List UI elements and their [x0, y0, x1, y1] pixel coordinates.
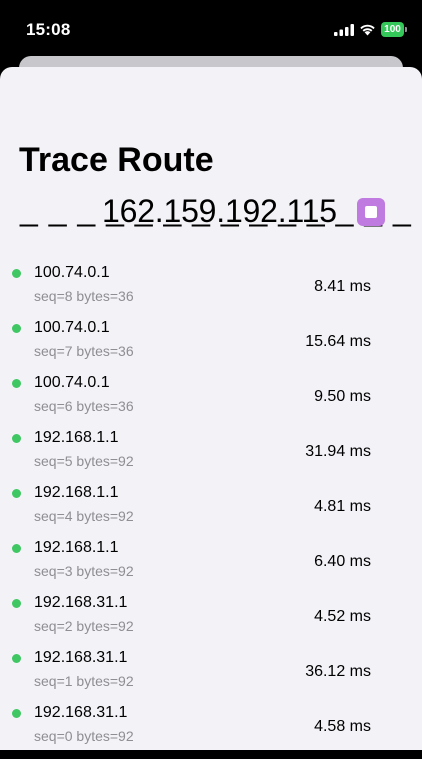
status-dot-icon	[12, 544, 21, 553]
hop-time: 9.50 ms	[314, 388, 371, 405]
hop-row: 192.168.31.1 seq=2 bytes=92 4.52 ms	[0, 594, 422, 649]
hop-time: 6.40 ms	[314, 553, 371, 570]
wifi-icon	[360, 24, 375, 36]
status-dot-icon	[12, 269, 21, 278]
hop-ip: 192.168.31.1	[34, 594, 128, 611]
hop-ip: 192.168.31.1	[34, 704, 128, 721]
hop-row: 192.168.1.1 seq=3 bytes=92 6.40 ms	[0, 539, 422, 594]
status-bar: 15:08 100	[0, 0, 422, 60]
target-host: 162.159.192.115	[102, 193, 337, 229]
hop-row: 192.168.31.1 seq=0 bytes=92 4.58 ms	[0, 704, 422, 759]
page-title: Trace Route	[19, 141, 214, 179]
hop-ip: 192.168.1.1	[34, 429, 119, 446]
status-time: 15:08	[26, 20, 71, 39]
hop-ip: 100.74.0.1	[34, 264, 110, 281]
status-dot-icon	[12, 324, 21, 333]
hop-meta: seq=1 bytes=92	[34, 673, 134, 689]
hop-time: 4.58 ms	[314, 718, 371, 735]
hop-time: 4.52 ms	[314, 608, 371, 625]
hop-meta: seq=3 bytes=92	[34, 563, 134, 579]
battery-tip	[405, 27, 407, 32]
hop-row: 192.168.31.1 seq=1 bytes=92 36.12 ms	[0, 649, 422, 704]
status-dot-icon	[12, 379, 21, 388]
hop-time: 4.81 ms	[314, 498, 371, 515]
stop-icon	[365, 206, 377, 218]
stop-button[interactable]	[357, 198, 385, 226]
hop-time: 31.94 ms	[305, 443, 371, 460]
signal-icon	[334, 24, 354, 36]
status-dot-icon	[12, 599, 21, 608]
hop-time: 36.12 ms	[305, 663, 371, 680]
status-dot-icon	[12, 434, 21, 443]
status-dot-icon	[12, 489, 21, 498]
status-dot-icon	[12, 709, 21, 718]
hop-meta: seq=2 bytes=92	[34, 618, 134, 634]
hop-row: 192.168.1.1 seq=4 bytes=92 4.81 ms	[0, 484, 422, 539]
hop-ip: 100.74.0.1	[34, 374, 110, 391]
hop-meta: seq=6 bytes=36	[34, 398, 134, 414]
hop-row: 100.74.0.1 seq=7 bytes=36 15.64 ms	[0, 319, 422, 374]
hop-meta: seq=8 bytes=36	[34, 288, 134, 304]
hop-time: 8.41 ms	[314, 278, 371, 295]
hop-time: 15.64 ms	[305, 333, 371, 350]
battery-level: 100	[381, 22, 404, 37]
hop-ip: 100.74.0.1	[34, 319, 110, 336]
status-dot-icon	[12, 654, 21, 663]
hop-row: 192.168.1.1 seq=5 bytes=92 31.94 ms	[0, 429, 422, 484]
hop-meta: seq=5 bytes=92	[34, 453, 134, 469]
battery-icon: 100	[381, 22, 407, 37]
hop-ip: 192.168.1.1	[34, 484, 119, 501]
hop-meta: seq=0 bytes=92	[34, 728, 134, 744]
hop-row: 100.74.0.1 seq=8 bytes=36 8.41 ms	[0, 264, 422, 319]
hop-ip: 192.168.31.1	[34, 649, 128, 666]
hop-row: 100.74.0.1 seq=6 bytes=36 9.50 ms	[0, 374, 422, 429]
hop-ip: 192.168.1.1	[34, 539, 119, 556]
hop-meta: seq=4 bytes=92	[34, 508, 134, 524]
hop-meta: seq=7 bytes=36	[34, 343, 134, 359]
